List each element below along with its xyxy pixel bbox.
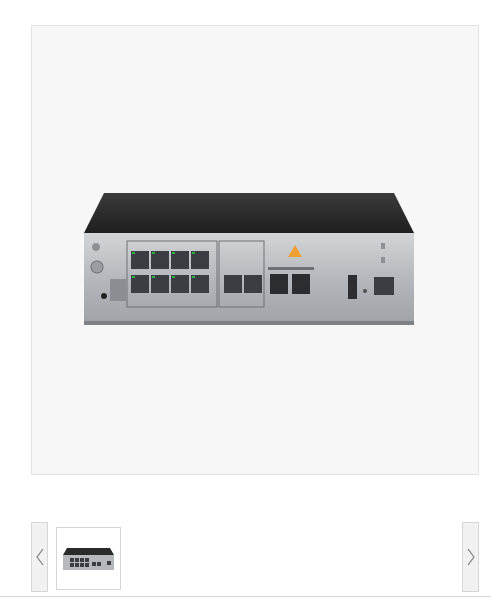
network-firewall-device-thumbnail [63,548,114,570]
chevron-right-icon [467,548,475,566]
network-firewall-device-image [84,193,414,325]
next-image-button[interactable] [462,522,479,592]
previous-image-button[interactable] [31,522,48,592]
thumbnail-item[interactable] [56,527,121,590]
chevron-left-icon [35,548,43,566]
divider [0,596,491,597]
main-image-frame [31,25,479,475]
